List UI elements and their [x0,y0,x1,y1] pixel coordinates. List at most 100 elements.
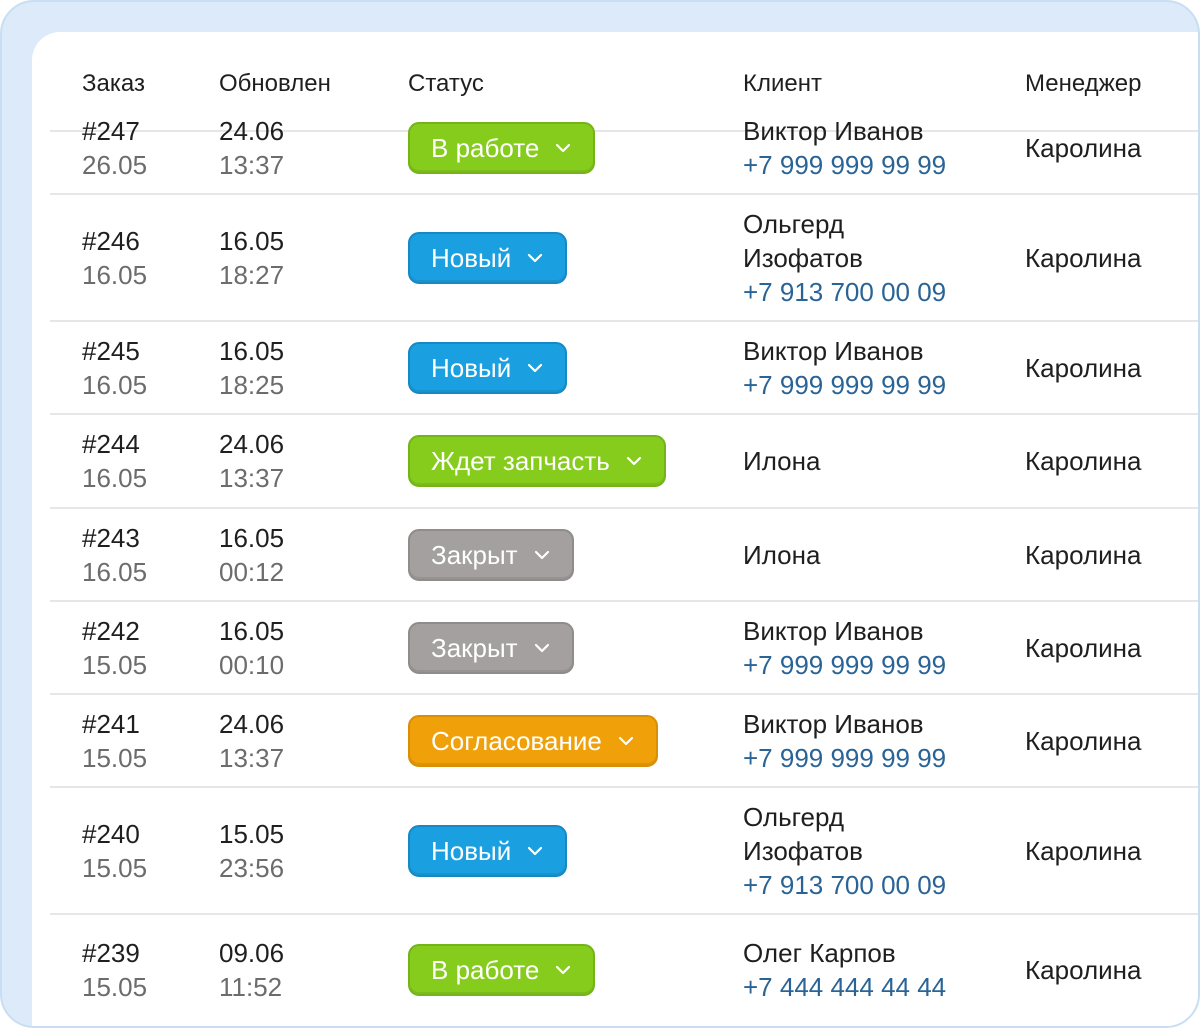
manager-name: Каролина [1025,132,1142,163]
client-name[interactable]: Изофатов [743,241,993,275]
chevron-down-icon [527,253,543,263]
chevron-down-icon [555,143,571,153]
status-wrap: Закрыт [408,621,574,674]
client-name[interactable]: Олег Карпов [743,936,993,970]
order-number[interactable]: #241 [82,707,147,741]
status-dropdown[interactable]: В работе [408,121,596,174]
client-phone-link[interactable]: +7 999 999 99 99 [743,741,993,775]
column-header-order[interactable]: Заказ [82,70,145,98]
table-row[interactable]: #239 15.05 09.06 11:52 В работе Олег Карпов +7… [50,915,1198,1025]
table-row[interactable]: #245 16.05 16.05 18:25 Новый Виктор Иванов +7 … [50,322,1198,415]
client-name[interactable]: Виктор Иванов [743,614,993,648]
column-header-status[interactable]: Статус [408,70,484,98]
chevron-down-icon [534,550,550,560]
order-created-date: 15.05 [82,649,148,680]
updated-date: 09.06 [219,938,285,968]
order-number[interactable]: #245 [82,334,147,368]
chevron-down-icon [555,965,571,975]
status-wrap: Новый [408,341,568,394]
client-phone-link[interactable]: +7 999 999 99 99 [743,648,993,682]
table-row[interactable]: #247 26.05 24.06 13:37 В работе Виктор Иванов… [50,102,1198,195]
table-row[interactable]: #244 16.05 24.06 13:37 Ждет запчасть Илона Кар… [50,415,1198,509]
table-row[interactable]: #243 16.05 16.05 00:12 Закрыт Илона Каролина [50,509,1198,602]
order-cell: #243 16.05 [82,509,147,600]
updated-cell: 24.06 13:37 [219,695,284,786]
order-number[interactable]: #240 [82,817,147,851]
table-row[interactable]: #241 15.05 24.06 13:37 Согласование Виктор Ив… [50,695,1198,788]
updated-cell: 24.06 13:37 [219,415,284,507]
updated-cell: 09.06 11:52 [219,915,284,1025]
status-cell: Новый [408,322,568,413]
status-wrap: Согласование [408,714,658,767]
client-phone-link[interactable]: +7 444 444 44 44 [743,970,993,1004]
order-number[interactable]: #243 [82,521,147,555]
client-name[interactable]: Илона [743,538,993,572]
status-dropdown[interactable]: Согласование [408,714,658,767]
client-cell: Виктор Иванов +7 999 999 99 99 [743,102,993,193]
status-label: Закрыт [431,539,518,570]
column-header-client[interactable]: Клиент [743,70,822,98]
status-cell: Согласование [408,695,658,786]
orders-table: Заказ Обновлен Статус Клиент Менеджер #2… [32,32,1198,1026]
table-row[interactable]: #242 15.05 16.05 00:10 Закрыт Виктор Иванов +7… [50,602,1198,695]
updated-cell: 24.06 13:37 [219,102,284,193]
table-row[interactable]: #246 16.05 16.05 18:27 Новый Ольгерд Изофатов +… [50,195,1198,322]
client-name[interactable]: Виктор Иванов [743,334,993,368]
manager-name: Каролина [1025,835,1142,866]
updated-cell: 16.05 00:10 [219,602,284,693]
order-number[interactable]: #242 [82,614,147,648]
chevron-down-icon [527,363,543,373]
client-name[interactable]: Ольгерд [743,207,993,241]
client-name[interactable]: Ольгерд [743,800,993,834]
client-name[interactable]: Илона [743,444,993,478]
column-header-manager[interactable]: Менеджер [1025,70,1141,98]
status-label: В работе [431,132,540,163]
order-number[interactable]: #247 [82,114,147,148]
client-phone-link[interactable]: +7 913 700 00 09 [743,275,993,309]
status-dropdown[interactable]: Новый [408,231,568,284]
status-dropdown[interactable]: Новый [408,824,568,877]
order-cell: #241 15.05 [82,695,147,786]
order-created-date: 15.05 [82,852,148,883]
order-number[interactable]: #246 [82,224,147,258]
updated-time: 23:56 [219,852,285,883]
status-label: Согласование [431,725,602,756]
status-label: Новый [431,352,512,383]
client-phone-link[interactable]: +7 999 999 99 99 [743,148,993,182]
order-created-date: 16.05 [82,369,148,400]
order-created-date: 16.05 [82,556,148,587]
status-dropdown[interactable]: В работе [408,944,596,996]
order-number[interactable]: #244 [82,427,147,461]
status-dropdown[interactable]: Ждет запчасть [408,435,666,487]
client-name[interactable]: Виктор Иванов [743,707,993,741]
status-dropdown[interactable]: Новый [408,341,568,394]
status-wrap: Новый [408,231,568,284]
manager-cell: Каролина [1025,102,1141,193]
manager-name: Каролина [1025,632,1142,663]
order-number[interactable]: #239 [82,936,147,970]
status-cell: В работе [408,102,596,193]
status-label: В работе [431,955,540,985]
updated-time: 00:12 [219,556,285,587]
manager-cell: Каролина [1025,915,1141,1025]
status-dropdown[interactable]: Закрыт [408,621,574,674]
client-phone-link[interactable]: +7 913 700 00 09 [743,868,993,902]
updated-date: 16.05 [219,335,285,366]
updated-cell: 16.05 18:25 [219,322,284,413]
updated-time: 13:37 [219,149,285,180]
status-cell: Новый [408,788,568,913]
column-header-updated[interactable]: Обновлен [219,70,331,98]
updated-cell: 16.05 18:27 [219,195,284,320]
status-dropdown[interactable]: Закрыт [408,528,574,581]
updated-date: 24.06 [219,708,285,739]
chevron-down-icon [618,736,634,746]
manager-name: Каролина [1025,446,1142,476]
updated-time: 18:25 [219,369,285,400]
client-name[interactable]: Виктор Иванов [743,114,993,148]
table-row[interactable]: #240 15.05 15.05 23:56 Новый Ольгерд Изофатов +… [50,788,1198,915]
client-phone-link[interactable]: +7 999 999 99 99 [743,368,993,402]
manager-cell: Каролина [1025,695,1141,786]
manager-cell: Каролина [1025,788,1141,913]
order-cell: #245 16.05 [82,322,147,413]
client-name[interactable]: Изофатов [743,834,993,868]
